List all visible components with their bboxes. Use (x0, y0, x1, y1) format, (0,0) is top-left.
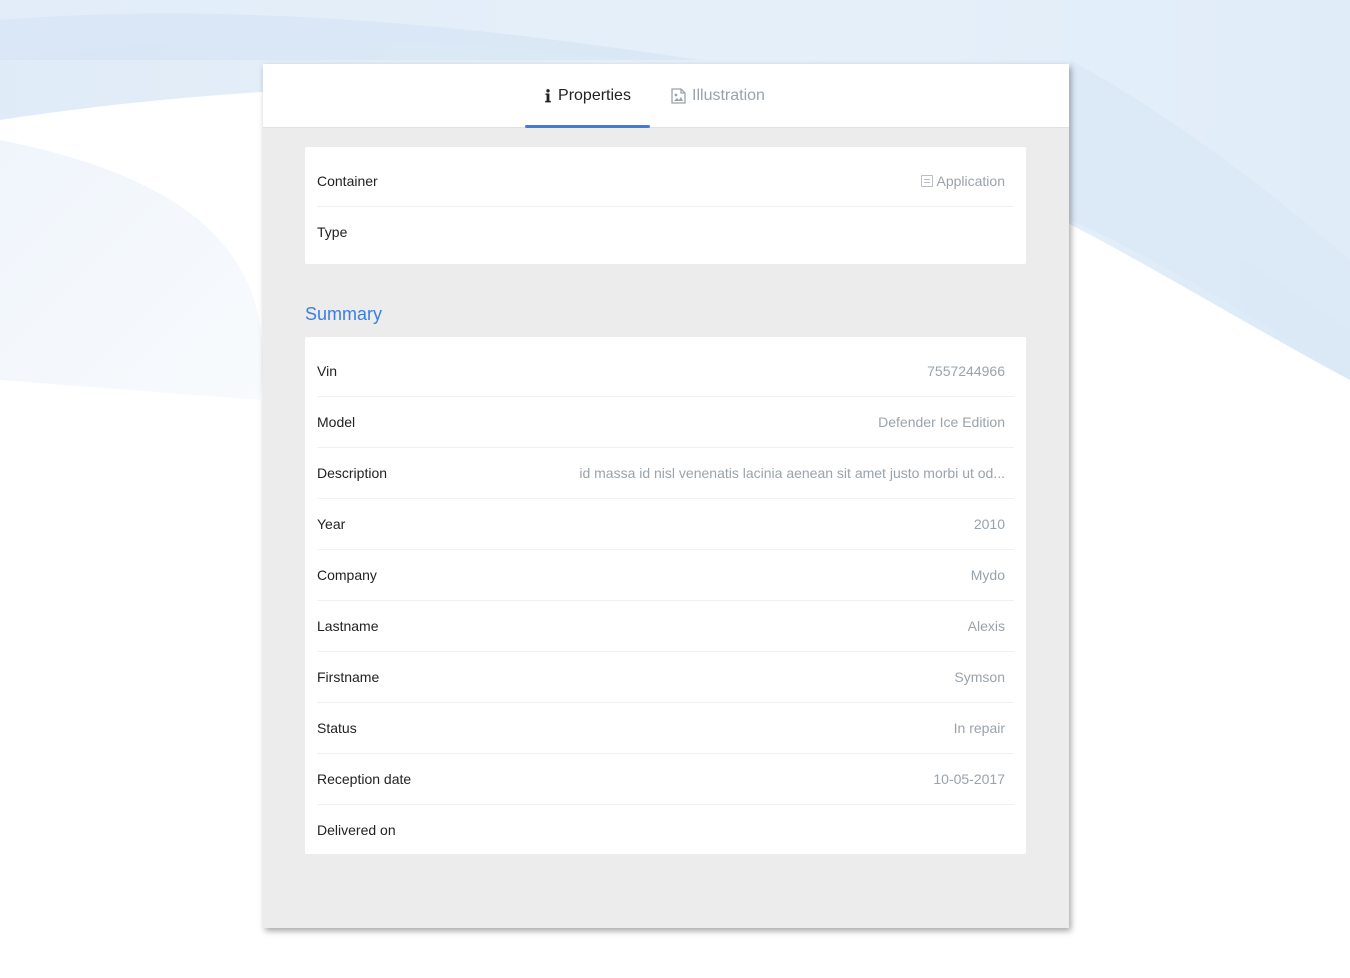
summary-card: Vin 7557244966 Model Defender Ice Editio… (305, 337, 1026, 854)
tab-illustration[interactable]: Illustration (663, 64, 773, 127)
property-value: id massa id nisl venenatis lacinia aenea… (579, 465, 1005, 481)
property-value: 10-05-2017 (933, 771, 1005, 787)
property-row-type: Type (317, 207, 1014, 257)
summary-row: Delivered on (317, 805, 1014, 855)
summary-row: Vin 7557244966 (317, 346, 1014, 397)
info-icon (544, 88, 552, 103)
summary-row: Description id massa id nisl venenatis l… (317, 448, 1014, 499)
property-value: Mydo (970, 567, 1005, 583)
property-label: Description (317, 465, 388, 481)
property-value: Symson (954, 669, 1005, 685)
tab-illustration-label: Illustration (692, 86, 765, 104)
general-properties-card: Container Application Type (305, 147, 1026, 264)
container-value: Application (936, 173, 1006, 189)
summary-row: Status In repair (317, 703, 1014, 754)
container-link[interactable]: Application (920, 173, 1006, 189)
property-value: 2010 (973, 516, 1005, 532)
property-label: Delivered on (317, 822, 396, 838)
property-value: Defender Ice Edition (878, 414, 1005, 430)
property-value: In repair (953, 720, 1005, 736)
summary-section-title: Summary (305, 304, 383, 324)
tab-properties[interactable]: Properties (525, 64, 650, 128)
property-label: Company (317, 567, 377, 583)
image-icon (671, 87, 686, 104)
property-label: Reception date (317, 771, 412, 787)
property-label: Status (317, 720, 357, 736)
property-row-container: Container Application (317, 156, 1014, 207)
summary-row: Firstname Symson (317, 652, 1014, 703)
property-label: Container (317, 173, 378, 189)
tab-properties-label: Properties (558, 86, 631, 104)
summary-row: Reception date 10-05-2017 (317, 754, 1014, 805)
property-label: Model (317, 414, 356, 430)
property-label: Vin (317, 363, 337, 379)
document-icon (920, 175, 933, 187)
tab-bar: Properties Illustration (263, 64, 1069, 128)
properties-panel: Properties Illustration Container Applic… (263, 64, 1069, 928)
property-value: Alexis (967, 618, 1005, 634)
summary-row: Company Mydo (317, 550, 1014, 601)
property-label: Firstname (317, 669, 380, 685)
active-tab-indicator (525, 125, 650, 128)
summary-row: Model Defender Ice Edition (317, 397, 1014, 448)
property-value: 7557244966 (927, 363, 1005, 379)
property-label: Year (317, 516, 346, 532)
summary-row: Year 2010 (317, 499, 1014, 550)
property-label: Lastname (317, 618, 379, 634)
summary-row: Lastname Alexis (317, 601, 1014, 652)
property-label: Type (317, 224, 348, 240)
